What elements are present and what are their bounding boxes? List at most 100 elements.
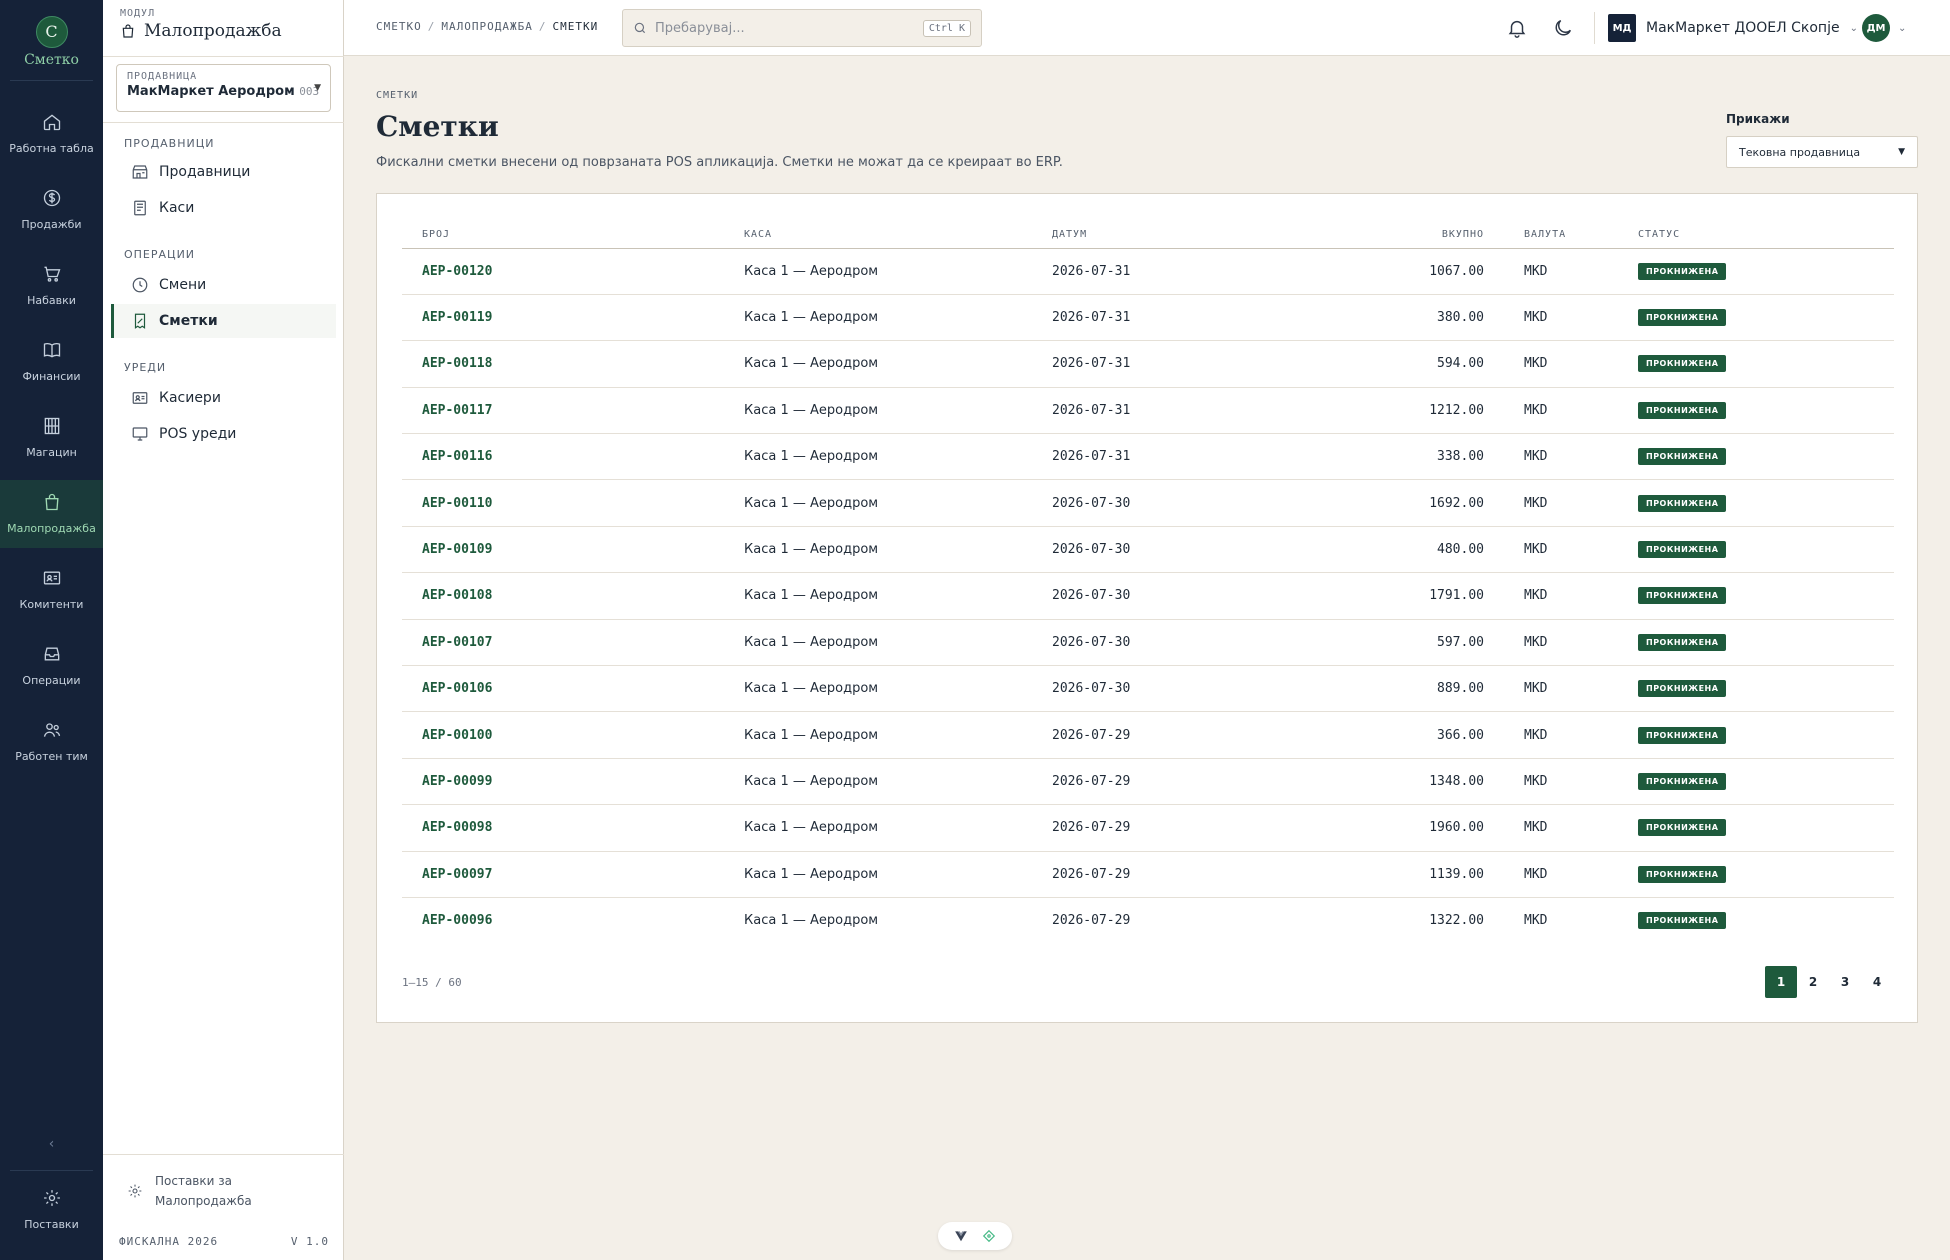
sidebar-item-receipts[interactable]: Сметки xyxy=(111,304,336,338)
receipt-number-link[interactable]: AEP-00106 xyxy=(402,665,744,713)
page-button-2[interactable]: 2 xyxy=(1797,966,1829,998)
column-header-register[interactable]: КАСА xyxy=(744,222,1052,249)
page-button-3[interactable]: 3 xyxy=(1829,966,1861,998)
receipt-number-link[interactable]: AEP-00108 xyxy=(402,572,744,620)
org-name: МакМаркет ДООЕЛ Скопје xyxy=(1646,20,1840,36)
pagination: 1 2 3 4 xyxy=(1765,966,1893,998)
table-row[interactable]: AEP-00116 Каса 1 — Аеродром 2026-07-31 338.… xyxy=(402,433,1894,481)
status-badge: ПРОКНИЖЕНА xyxy=(1638,355,1727,373)
status-badge: ПРОКНИЖЕНА xyxy=(1638,262,1727,280)
receipt-number-link[interactable]: AEP-00109 xyxy=(402,526,744,574)
app-version: V 1.0 xyxy=(290,1235,329,1248)
table-row[interactable]: AEP-00096 Каса 1 — Аеродром 2026-07-29 1322… xyxy=(402,897,1894,943)
store-selector[interactable]: ПРОДАВНИЦА МакМаркет Аеродром 003 ▼ xyxy=(116,64,331,112)
receipt-number-link[interactable]: AEP-00100 xyxy=(402,711,744,759)
register-cell: Каса 1 — Аеродром xyxy=(744,340,1052,388)
gear-icon xyxy=(128,1184,142,1198)
page-eyebrow: СМЕТКИ xyxy=(376,90,419,101)
total-cell: 380.00 xyxy=(1292,294,1484,342)
bell-icon[interactable] xyxy=(1506,17,1528,39)
status-cell: ПРОКНИЖЕНА xyxy=(1638,804,1894,852)
date-cell: 2026-07-30 xyxy=(1052,572,1292,620)
sidebar-item-cashiers[interactable]: Касиери xyxy=(111,381,336,415)
receipt-number-link[interactable]: AEP-00119 xyxy=(402,294,744,342)
table-row[interactable]: AEP-00097 Каса 1 — Аеродром 2026-07-29 1139… xyxy=(402,851,1894,898)
column-header-date[interactable]: ДАТУМ xyxy=(1052,222,1292,249)
receipt-number-link[interactable]: AEP-00116 xyxy=(402,433,744,481)
app-logo[interactable]: С Сметко xyxy=(0,16,103,68)
sidebar-item-pos-devices[interactable]: POS уреди xyxy=(111,417,336,451)
rail-item-warehouse[interactable]: Магацин xyxy=(0,404,103,472)
sidebar-item-stores[interactable]: Продавници xyxy=(111,155,336,189)
collapse-rail-button[interactable]: ‹ xyxy=(0,1136,103,1152)
vue-logo-icon xyxy=(955,1231,967,1242)
table-row[interactable]: AEP-00108 Каса 1 — Аеродром 2026-07-30 1791… xyxy=(402,572,1894,620)
column-header-number[interactable]: БРОЈ xyxy=(402,222,744,249)
rail-item-finance[interactable]: Финансии xyxy=(0,328,103,396)
rail-item-settings[interactable]: Поставки xyxy=(0,1176,103,1244)
currency-cell: MKD xyxy=(1524,913,1548,929)
org-badge: МД xyxy=(1608,14,1636,42)
table-row[interactable]: AEP-00100 Каса 1 — Аеродром 2026-07-29 366.… xyxy=(402,711,1894,759)
module-settings-link[interactable]: Поставки за Малопродажба xyxy=(127,1171,252,1211)
receipt-number-link[interactable]: AEP-00120 xyxy=(402,248,744,295)
column-header-status[interactable]: СТАТУС xyxy=(1638,222,1894,249)
receipt-number-link[interactable]: AEP-00117 xyxy=(402,387,744,435)
column-header-currency[interactable]: ВАЛУТА xyxy=(1484,222,1638,249)
table-row[interactable]: AEP-00106 Каса 1 — Аеродром 2026-07-30 889.… xyxy=(402,665,1894,713)
rail-item-partners[interactable]: Комитенти xyxy=(0,556,103,624)
page-button-4[interactable]: 4 xyxy=(1861,966,1893,998)
breadcrumb-item[interactable]: СМЕТКО xyxy=(376,20,422,33)
receipt-number-link[interactable]: AEP-00107 xyxy=(402,619,744,667)
page-button-1[interactable]: 1 xyxy=(1765,966,1797,998)
search-input[interactable] xyxy=(655,20,915,36)
search-box[interactable]: Ctrl K xyxy=(622,9,982,47)
status-badge: ПРОКНИЖЕНА xyxy=(1638,448,1727,466)
moon-icon[interactable] xyxy=(1552,17,1574,39)
table-row[interactable]: AEP-00109 Каса 1 — Аеродром 2026-07-30 480.… xyxy=(402,526,1894,574)
rail-item-label: Набавки xyxy=(27,294,76,307)
date-cell: 2026-07-30 xyxy=(1052,665,1292,713)
date-cell: 2026-07-29 xyxy=(1052,804,1292,852)
receipt-number-link[interactable]: AEP-00110 xyxy=(402,479,744,527)
total-cell: 366.00 xyxy=(1292,711,1484,759)
receipt-number-link[interactable]: AEP-00099 xyxy=(402,758,744,806)
rail-item-operations[interactable]: Операции xyxy=(0,632,103,700)
receipt-number-link[interactable]: AEP-00098 xyxy=(402,804,744,852)
table-row[interactable]: AEP-00118 Каса 1 — Аеродром 2026-07-31 594.… xyxy=(402,340,1894,388)
table-row[interactable]: AEP-00117 Каса 1 — Аеродром 2026-07-31 1212… xyxy=(402,387,1894,435)
receipt-number-link[interactable]: AEP-00097 xyxy=(402,851,744,898)
gear-icon xyxy=(43,1190,60,1206)
sidebar-item-registers[interactable]: Каси xyxy=(111,191,336,225)
status-cell: ПРОКНИЖЕНА xyxy=(1638,619,1894,667)
breadcrumb-item[interactable]: МАЛОПРОДАЖБА xyxy=(441,20,532,33)
organization-switcher[interactable]: МД МакМаркет ДООЕЛ Скопје ⌄ xyxy=(1608,14,1858,42)
table-row[interactable]: AEP-00107 Каса 1 — Аеродром 2026-07-30 597.… xyxy=(402,619,1894,667)
rail-item-retail[interactable]: Малопродажба xyxy=(0,480,103,548)
rail-item-purchases[interactable]: Набавки xyxy=(0,252,103,320)
total-cell: 1348.00 xyxy=(1292,758,1484,806)
version-footer: ФИСКАЛНА 2026 V 1.0 xyxy=(119,1235,329,1248)
rail-item-sales[interactable]: Продажби xyxy=(0,176,103,244)
table-row[interactable]: AEP-00120 Каса 1 — Аеродром 2026-07-31 1067… xyxy=(402,248,1894,295)
column-header-total[interactable]: ВКУПНО xyxy=(1292,222,1484,249)
warehouse-icon xyxy=(44,417,59,435)
user-menu[interactable]: ДМ ⌄ xyxy=(1862,14,1906,42)
status-badge: ПРОКНИЖЕНА xyxy=(1638,819,1727,837)
date-cell: 2026-07-31 xyxy=(1052,340,1292,388)
total-cell: 1960.00 xyxy=(1292,804,1484,852)
rail-item-dashboard[interactable]: Работна табла xyxy=(0,100,103,168)
module-title-row: Малопродажба xyxy=(120,21,282,41)
receipt-number-link[interactable]: AEP-00096 xyxy=(402,897,744,943)
receipt-number-link[interactable]: AEP-00118 xyxy=(402,340,744,388)
dev-toolbar[interactable] xyxy=(938,1222,1012,1250)
table-row[interactable]: AEP-00110 Каса 1 — Аеродром 2026-07-30 1692… xyxy=(402,479,1894,527)
sidebar-item-shifts[interactable]: Смени xyxy=(111,268,336,302)
table-row[interactable]: AEP-00098 Каса 1 — Аеродром 2026-07-29 1960… xyxy=(402,804,1894,852)
show-filter-select[interactable]: Тековна продавница ▼ xyxy=(1726,136,1918,168)
search-shortcut: Ctrl K xyxy=(922,19,971,37)
table-row[interactable]: AEP-00119 Каса 1 — Аеродром 2026-07-31 380.… xyxy=(402,294,1894,342)
table-row[interactable]: AEP-00099 Каса 1 — Аеродром 2026-07-29 1348… xyxy=(402,758,1894,806)
app-rail: С Сметко Работна табла Продажби Набавки … xyxy=(0,0,103,1260)
rail-item-team[interactable]: Работен тим xyxy=(0,708,103,776)
